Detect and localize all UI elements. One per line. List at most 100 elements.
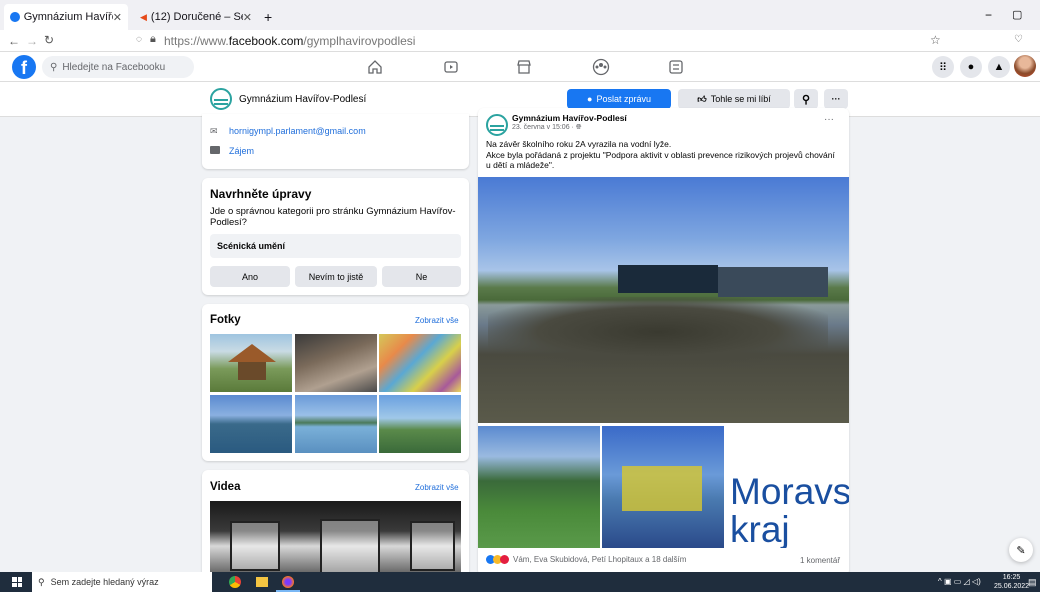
notification-center-icon[interactable]: ▤ [1028, 577, 1037, 588]
profile-avatar[interactable] [1014, 55, 1036, 77]
file-explorer-icon[interactable] [256, 577, 268, 587]
interest-link[interactable]: Zájem [229, 146, 254, 156]
about-card: ✉ hornigympl.parlament@gmail.com Zájem [202, 114, 469, 169]
lock-icon: 🔒︎ [150, 33, 156, 45]
photos-see-all-link[interactable]: Zobrazit vše [415, 316, 459, 325]
tab-seznam[interactable]: ◀ (12) Doručené – Seznam ✕ [134, 4, 258, 30]
post-photo-4[interactable]: Moravsk kraj [726, 426, 849, 548]
facebook-favicon-icon [10, 12, 20, 22]
photo-thumbnail[interactable] [210, 334, 292, 392]
post-timestamp[interactable]: 23. června v 15:06 · 🌐︎ [512, 124, 581, 132]
love-reaction-icon [500, 555, 509, 564]
videos-see-all-link[interactable]: Zobrazit vše [415, 483, 459, 492]
address-bar: ← → ↻ ◌ 🔒︎ https://www.facebook.com/gymp… [0, 30, 1040, 52]
videos-card: Videa Zobrazit vše [202, 470, 469, 580]
url-host: facebook.com [228, 34, 304, 48]
photo-thumbnail[interactable] [379, 334, 461, 392]
send-message-button[interactable]: ● Poslat zprávu [567, 89, 671, 109]
facebook-top-nav: f ⚲ Hledejte na Facebooku ⠿ ● ▲ [0, 52, 1040, 82]
tab-label: Gymnázium Havířov-Po [23, 11, 113, 23]
post-author-name[interactable]: Gymnázium Havířov-Podlesí [512, 113, 627, 123]
home-icon[interactable] [367, 59, 383, 75]
minimize-button[interactable]: − [985, 8, 992, 22]
menu-grid-icon[interactable]: ⠿ [932, 56, 954, 78]
clock[interactable]: 16:25 25.06.2022 [994, 573, 1029, 591]
suggest-question: Jde o správnou kategorii pro stránku Gym… [210, 206, 456, 228]
post-photo-3[interactable] [602, 426, 724, 548]
no-button[interactable]: Ne [382, 266, 461, 287]
marketplace-icon[interactable] [516, 59, 532, 75]
clock-time: 16:25 [1002, 574, 1021, 581]
tray-icons[interactable]: ^ ▣ ▭ ◿ ◁) [938, 577, 981, 586]
page-logo[interactable] [210, 88, 232, 110]
messenger-icon: ● [587, 94, 593, 104]
reactions-summary[interactable]: Vám, Eva Skubidová, Petí Lhopitaux a 18 … [486, 555, 686, 564]
gaming-icon[interactable] [668, 59, 684, 75]
post-author-avatar[interactable] [486, 114, 508, 136]
page-name[interactable]: Gymnázium Havířov-Podlesí [239, 94, 366, 105]
tab-label: (12) Doručené – Seznam [150, 11, 243, 23]
back-icon[interactable]: ← [8, 34, 20, 48]
comments-count[interactable]: 1 komentář [800, 556, 840, 565]
new-tab-button[interactable]: + [258, 4, 278, 30]
post-time: 23. června v 15:06 · [512, 124, 576, 131]
photo-thumbnail[interactable] [379, 395, 461, 453]
url-field[interactable]: https://www.facebook.com/gymplhavirovpod… [164, 34, 415, 48]
post-photo-2[interactable] [478, 426, 600, 548]
browser-tab-bar: Gymnázium Havířov-Po ✕ ◀ (12) Doručené –… [0, 0, 1040, 30]
search-icon: ⚲ [50, 61, 58, 73]
post-main-photo[interactable] [478, 177, 849, 423]
suggest-edits-card: Navrhněte úpravy Jde o správnou kategori… [202, 178, 469, 295]
yes-button[interactable]: Ano [210, 266, 290, 287]
overlay-text-2: kraj [730, 509, 790, 548]
windows-taskbar: ⚲ Sem zadejte hledaný výraz ^ ▣ ▭ ◿ ◁) 1… [0, 572, 1040, 592]
search-icon: ⚲ [801, 93, 811, 106]
photo-thumbnail[interactable] [295, 395, 377, 453]
photo-thumbnail[interactable] [295, 334, 377, 392]
like-label: Tohle se mi líbí [710, 94, 771, 104]
post-text: Na závěr školního roku 2A vyrazila na vo… [486, 139, 841, 171]
messenger-icon[interactable]: ● [960, 56, 982, 78]
compose-icon: ✎ [1016, 544, 1026, 557]
close-tab-icon[interactable]: ✕ [243, 11, 252, 24]
post-text-line1: Na závěr školního roku 2A vyrazila na vo… [486, 139, 672, 149]
new-message-button[interactable]: ✎ [1009, 538, 1033, 562]
watch-icon[interactable] [443, 59, 459, 75]
taskbar-search-field[interactable]: ⚲ Sem zadejte hledaný výraz [32, 572, 212, 592]
facebook-logo-icon[interactable]: f [12, 55, 36, 79]
shield-icon: ◌ [136, 34, 142, 45]
search-field[interactable]: ⚲ Hledejte na Facebooku [42, 56, 194, 78]
search-page-button[interactable]: ⚲ [794, 89, 818, 109]
chrome-icon[interactable] [229, 576, 241, 588]
tab-facebook[interactable]: Gymnázium Havířov-Po ✕ [4, 4, 128, 30]
maximize-button[interactable]: ▢ [1012, 8, 1022, 21]
photo-thumbnail[interactable] [210, 395, 292, 453]
globe-icon: 🌐︎ [575, 124, 582, 131]
pocket-icon[interactable]: ♡ [1014, 34, 1023, 45]
suggest-title: Navrhněte úpravy [210, 187, 312, 201]
post-menu-button[interactable]: ··· [824, 114, 834, 125]
email-link[interactable]: hornigympl.parlament@gmail.com [229, 126, 366, 136]
thumbs-up-icon: 👍︎ [697, 93, 707, 104]
groups-icon[interactable] [592, 58, 610, 76]
folder-icon [210, 146, 220, 154]
more-options-button[interactable]: ··· [824, 89, 848, 109]
videos-title: Videa [210, 481, 241, 493]
forward-icon[interactable]: → [26, 34, 38, 48]
notifications-bell-icon[interactable]: ▲ [988, 56, 1010, 78]
firefox-icon[interactable] [282, 576, 294, 588]
url-path: /gymplhavirovpodlesi [303, 34, 416, 48]
photos-card: Fotky Zobrazit vše [202, 304, 469, 461]
taskbar-search-placeholder: Sem zadejte hledaný výraz [50, 577, 159, 587]
video-thumbnail[interactable] [210, 501, 461, 576]
reload-icon[interactable]: ↻ [44, 33, 54, 47]
seznam-favicon-icon: ◀ [140, 11, 147, 22]
email-icon: ✉ [210, 126, 218, 136]
not-sure-button[interactable]: Nevím to jistě [295, 266, 377, 287]
url-scheme: https://www. [164, 34, 229, 48]
close-tab-icon[interactable]: ✕ [113, 11, 122, 24]
windows-start-icon[interactable] [12, 577, 22, 587]
like-page-button[interactable]: 👍︎ Tohle se mi líbí [678, 89, 790, 109]
bookmark-star-icon[interactable]: ☆ [930, 33, 941, 47]
reactions-text: Vám, Eva Skubidová, Petí Lhopitaux a 18 … [513, 555, 687, 564]
